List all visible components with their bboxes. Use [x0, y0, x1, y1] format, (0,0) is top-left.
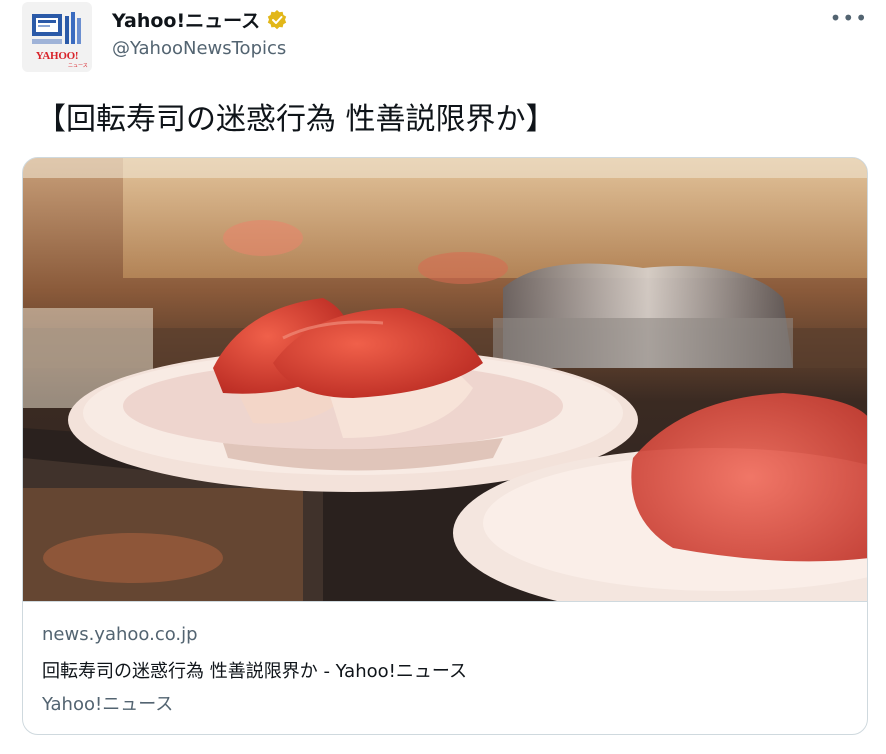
sushi-photo [23, 158, 867, 602]
verified-badge-icon [267, 9, 287, 29]
display-name-text: Yahoo!ニュース [112, 10, 261, 32]
author-display-name[interactable]: Yahoo!ニュース [112, 6, 288, 33]
author-avatar[interactable]: YAHOO! ニュース [22, 2, 92, 72]
card-source: Yahoo!ニュース [42, 694, 174, 715]
avatar-logo-subtext: ニュース [68, 63, 88, 69]
author-handle[interactable]: @YahooNewsTopics [112, 38, 286, 59]
card-title: 回転寿司の迷惑行為 性善説限界か - Yahoo!ニュース [42, 661, 467, 682]
card-domain: news.yahoo.co.jp [42, 624, 198, 645]
more-options-icon[interactable]: ••• [830, 8, 868, 28]
link-card[interactable]: news.yahoo.co.jp 回転寿司の迷惑行為 性善説限界か - Yaho… [22, 157, 868, 735]
tweet-text: 【回転寿司の迷惑行為 性善説限界か】 [36, 102, 556, 137]
news-logo-icon [32, 12, 81, 44]
avatar-logo-text: YAHOO! [35, 50, 79, 62]
